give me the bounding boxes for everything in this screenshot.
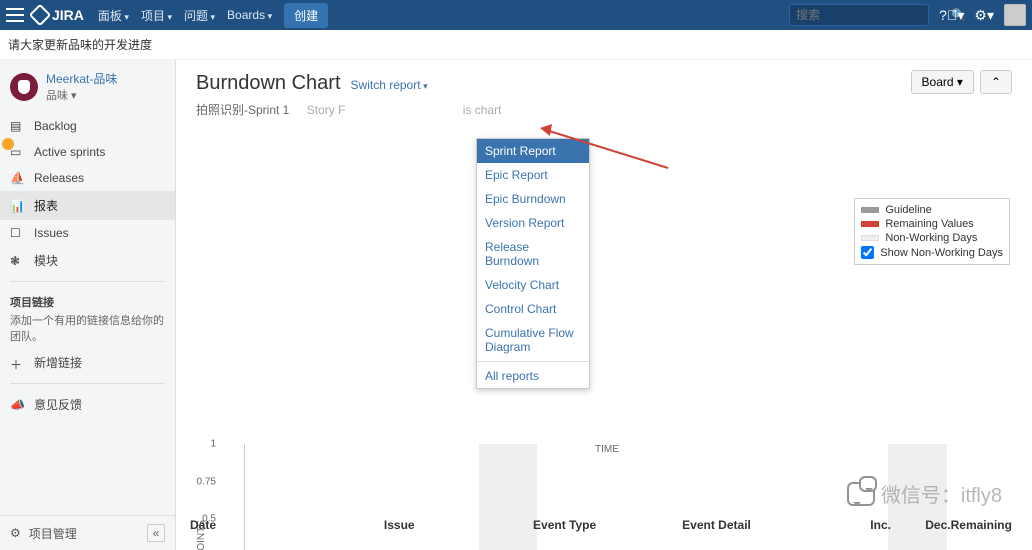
scroll-top-button[interactable]: ⌃ [980,70,1012,94]
legend-remaining-swatch [861,221,879,227]
create-button[interactable]: 创建 [284,3,328,28]
chart-plot-area [244,444,1012,550]
sidebar-bottom[interactable]: ⚙ 项目管理 « [0,515,175,550]
backlog-icon: ▤ [10,119,24,133]
megaphone-icon: 📣 [10,398,24,412]
notification-badge [2,138,14,150]
report-option[interactable]: Cumulative Flow Diagram [477,321,589,359]
report-option[interactable]: Version Report [477,211,589,235]
page-title: Burndown Chart [196,72,341,95]
report-icon: 📊 [10,199,24,213]
report-option[interactable]: Epic Burndown [477,187,589,211]
module-icon: ❃ [10,254,24,268]
report-option[interactable]: Sprint Report [477,139,589,163]
project-name: Meerkat-品味 [46,70,117,87]
sidebar-item-release[interactable]: ⛵Releases [0,165,175,191]
jira-logo[interactable]: JIRA [32,7,84,23]
burndown-chart: STORY POINTS 10.750.50.250-0.25-0.5-0.75… [202,444,1012,455]
release-icon: ⛵ [10,171,24,185]
avatar[interactable] [1004,4,1026,26]
show-nonworking-checkbox[interactable] [861,246,874,259]
sidebar-item-module[interactable]: ❃模块 [0,246,175,275]
legend-nonwork-swatch [861,235,879,241]
help-icon[interactable]: ?⃝▾ [939,7,964,24]
project-icon [10,73,38,101]
events-table-header: Date Issue Event Type Event Detail Inc. … [190,518,1012,532]
sidebar-item-backlog[interactable]: ▤Backlog [0,113,175,139]
legend-guideline-swatch [861,207,879,213]
sidebar-feedback[interactable]: 📣意见反馈 [0,390,175,419]
sidebar-item-report[interactable]: 📊报表 [0,191,175,220]
switch-report-dropdown[interactable]: Switch report [351,78,428,92]
project-header[interactable]: Meerkat-品味 品味 ▾ [0,60,175,113]
report-dropdown-menu: Sprint ReportEpic ReportEpic BurndownVer… [476,138,590,389]
report-option[interactable]: Control Chart [477,297,589,321]
sidebar-item-issues[interactable]: ☐Issues [0,220,175,246]
all-reports-link[interactable]: All reports [477,364,589,388]
nav-boards-0[interactable]: 面板 [98,7,129,24]
nav-boards-3[interactable]: Boards [227,8,272,22]
report-option[interactable]: Velocity Chart [477,273,589,297]
plus-icon: ＋ [10,356,24,370]
board-button[interactable]: Board ▾ [911,70,974,94]
chart-meta: 拍照识别-Sprint 1 Story F is chart [196,101,1012,118]
nav-boards-2[interactable]: 问题 [184,7,215,24]
nav-boards-1[interactable]: 项目 [141,7,172,24]
report-option[interactable]: Release Burndown [477,235,589,273]
sidebar-links-head: 项目链接 [0,288,175,312]
top-nav: JIRA 面板 项目 问题 Boards 创建 🔍 ?⃝▾ ⚙▾ [0,0,1032,30]
menu-icon[interactable] [6,8,24,22]
project-type[interactable]: 品味 ▾ [46,87,117,103]
sidebar-links-text: 添加一个有用的链接信息给你的团队。 [0,312,175,348]
gear-icon[interactable]: ⚙▾ [974,7,994,24]
sidebar-add-link[interactable]: ＋新增链接 [0,348,175,377]
report-option[interactable]: Epic Report [477,163,589,187]
search-box[interactable]: 🔍 [789,4,929,26]
announcement-bar: 请大家更新品味的开发进度 [0,30,1032,60]
main-content: Burndown Chart Switch report Board ▾ ⌃ 拍… [176,60,1032,550]
search-input[interactable] [796,8,951,22]
sidebar: Meerkat-品味 品味 ▾ ▤Backlog▭Active sprints⛵… [0,60,176,550]
issues-icon: ☐ [10,226,24,240]
sidebar-item-sprint[interactable]: ▭Active sprints [0,139,175,165]
chart-legend: Guideline Remaining Values Non-Working D… [854,198,1010,265]
collapse-icon[interactable]: « [147,524,165,542]
